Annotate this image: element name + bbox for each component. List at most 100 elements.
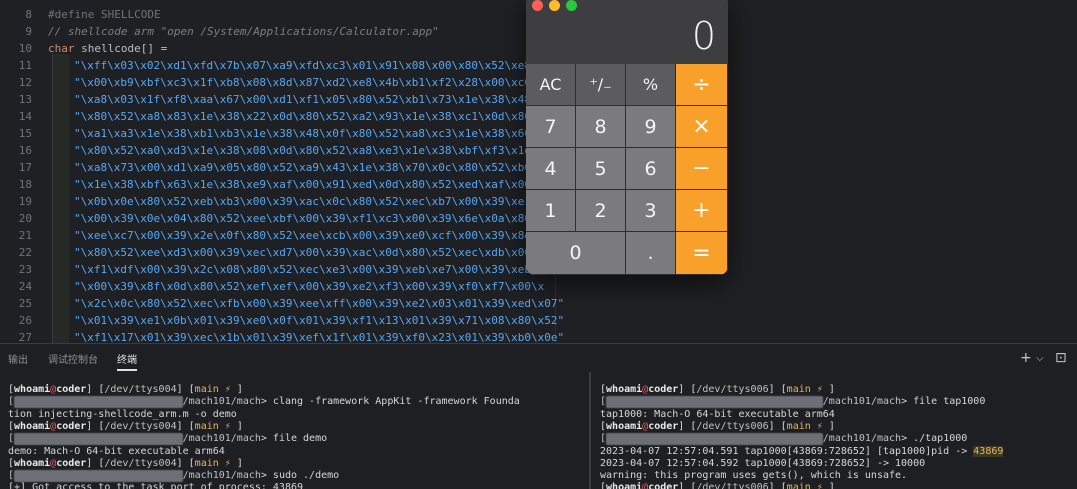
terminal-line: [xxxxxxxxxxxxxxxxxxxxxxxxxxxxxxxxxxxx/ma… bbox=[600, 396, 986, 409]
calc-key-digit-2[interactable]: 2 bbox=[576, 190, 626, 232]
terminal-split-divider[interactable] bbox=[589, 372, 591, 489]
split-terminal-icon[interactable]: ⊡ bbox=[1055, 350, 1067, 366]
terminal-right[interactable]: [whoami@coder] [/dev/ttys006] [main ⚡ ][… bbox=[592, 372, 1077, 489]
git-branch: main ⚡ bbox=[786, 384, 823, 395]
code-comment: // shellcode arm "open /System/Applicati… bbox=[48, 25, 439, 38]
calc-key-digit-3[interactable]: 3 bbox=[626, 190, 676, 232]
code-declaration: char shellcode[] = bbox=[48, 40, 167, 57]
terminal-line: [whoami@coder] [/dev/ttys006] [main ⚡ ] bbox=[600, 384, 835, 396]
bracket: ] bbox=[822, 384, 835, 395]
code-string: "\x80\x52\xa0\xd3\x1e\x38\x08\x0d\x80\x5… bbox=[74, 144, 545, 157]
terminal-left[interactable]: [whoami@coder] [/dev/ttys004] [main ⚡ ][… bbox=[0, 372, 588, 489]
terminal-output: demo: Mach-O 64-bit executable arm64 bbox=[8, 445, 225, 457]
calc-key-clear[interactable]: AC bbox=[526, 64, 576, 106]
redacted-path: xxxxxxxxxxxxxxxxxxxxxxxxxxxx bbox=[14, 433, 183, 446]
terminal-line: 2023-04-07 12:57:04.591 tap1000[43869:72… bbox=[600, 445, 1004, 458]
terminal-line: [whoami@coder] [/dev/ttys004] [main ⚡ ] bbox=[8, 421, 243, 433]
calc-key-plus[interactable]: + bbox=[676, 190, 728, 232]
line-number: 26 bbox=[18, 314, 32, 327]
code-string: "\xa8\x03\x1f\xf8\xaa\x67\x00\xd1\xf1\x0… bbox=[74, 93, 545, 106]
calc-key-equals[interactable]: = bbox=[676, 232, 728, 275]
tab-output[interactable]: 输出 bbox=[8, 351, 28, 366]
chevron-down-icon[interactable]: ⌵ bbox=[1036, 353, 1044, 364]
bracket: ] bbox=[230, 420, 243, 432]
terminal-output: 2023-04-07 12:57:04.592 tap1000[43869:72… bbox=[600, 457, 926, 469]
prompt-host: coder bbox=[648, 384, 679, 395]
line-number: 19 bbox=[18, 195, 32, 208]
prompt-user: whoami bbox=[606, 420, 643, 432]
calc-key-digit-1[interactable]: 1 bbox=[526, 190, 576, 232]
bracket: ] [ bbox=[768, 482, 787, 489]
add-terminal-icon[interactable]: + bbox=[1020, 350, 1032, 366]
line-number: 22 bbox=[18, 246, 32, 259]
git-branch: main ⚡ bbox=[194, 457, 231, 469]
line-number: 14 bbox=[18, 110, 32, 123]
line-number: 9 bbox=[25, 25, 32, 38]
terminal-command: > clang -framework AppKit -framework Fou… bbox=[260, 396, 520, 408]
prompt-host: coder bbox=[648, 420, 679, 432]
prompt-path: /mach101/mach bbox=[182, 470, 261, 482]
prompt-tty: /dev/ttys006 bbox=[696, 384, 769, 395]
terminal-output: 2023-04-07 12:57:04.591 tap1000[43869:72… bbox=[600, 445, 974, 457]
terminal-command: > file demo bbox=[260, 433, 328, 445]
line-number: 16 bbox=[18, 144, 32, 157]
code-line: 25 "\x2c\x0c\x80\x52\xec\xfb\x00\x39\xee\… bbox=[0, 295, 1077, 312]
code-string: "\xee\xc7\x00\x39\x2e\x0f\x80\x52\xee\xc… bbox=[74, 229, 545, 242]
close-window-button[interactable] bbox=[532, 0, 543, 11]
line-number: 25 bbox=[18, 297, 32, 310]
prompt-user: whoami bbox=[606, 482, 643, 489]
code-keyword: char bbox=[48, 42, 75, 55]
code-string: "\xff\x03\x02\xd1\xfd\x7b\x07\xa9\xfd\xc… bbox=[74, 59, 545, 72]
bracket: ] [ bbox=[176, 420, 195, 432]
calc-key-digit-6[interactable]: 6 bbox=[626, 148, 676, 190]
terminal-command: > ./tap1000 bbox=[901, 433, 968, 445]
terminal-line: tion injecting-shellcode_arm.m -o demo bbox=[8, 409, 237, 421]
line-number: 13 bbox=[18, 93, 32, 106]
line-number: 21 bbox=[18, 229, 32, 242]
code-line: 27 "\xf1\x17\x01\x39\xec\x1b\x01\x39\xef\… bbox=[0, 329, 1077, 343]
code-string: "\x80\x52\xa8\x83\x1e\x38\x22\x0d\x80\x5… bbox=[74, 110, 545, 123]
calc-key-percent[interactable]: % bbox=[626, 64, 676, 106]
line-number: 20 bbox=[18, 212, 32, 225]
calc-key-multiply[interactable]: × bbox=[676, 106, 728, 148]
bracket: ] [ bbox=[86, 384, 105, 395]
calc-key-digit-0[interactable]: 0 bbox=[526, 232, 626, 275]
bracket: ] [ bbox=[678, 384, 697, 395]
calc-key-digit-8[interactable]: 8 bbox=[576, 106, 626, 148]
prompt-path: /mach101/mach bbox=[822, 433, 902, 445]
terminal-command: > sudo ./demo bbox=[260, 470, 340, 482]
code-string: "\xf1\xdf\x00\x39\x2c\x08\x80\x52\xec\xe… bbox=[74, 263, 545, 276]
code-line: 26 "\x01\x39\xe1\x0b\x01\x39\xe0\x0f\x01\… bbox=[0, 312, 1077, 329]
redacted-path: xxxxxxxxxxxxxxxxxxxxxxxxxxxx bbox=[14, 470, 183, 483]
terminal-line: tap1000: Mach-O 64-bit executable arm64 bbox=[600, 409, 835, 421]
line-number: 24 bbox=[18, 280, 32, 293]
line-number: 11 bbox=[18, 59, 32, 72]
prompt-path: /mach101/mach bbox=[182, 433, 261, 445]
prompt-host: coder bbox=[56, 420, 87, 432]
calculator-window[interactable]: 0 AC ⁺∕₋% ÷ 7 8 9 × 4 5 6− 1 2 3 +0. = bbox=[526, 0, 728, 275]
terminal-line: [whoami@coder] [/dev/ttys004] [main ⚡ ] bbox=[8, 384, 243, 396]
prompt-tty: /dev/ttys004 bbox=[104, 420, 177, 432]
highlighted-pid: 43869 bbox=[973, 445, 1004, 457]
redacted-path: xxxxxxxxxxxxxxxxxxxxxxxxxxxxxxxxxxxx bbox=[606, 433, 823, 446]
tab-terminal[interactable]: 终端 bbox=[117, 351, 137, 366]
minimize-window-button[interactable] bbox=[549, 0, 560, 11]
redacted-path: xxxxxxxxxxxxxxxxxxxxxxxxxxxx bbox=[14, 396, 183, 409]
zoom-window-button[interactable] bbox=[566, 0, 577, 11]
code-string: "\x1e\x38\xbf\x63\x1e\x38\xe9\xaf\x00\x9… bbox=[74, 178, 545, 191]
calc-key-plus-minus[interactable]: ⁺∕₋ bbox=[576, 64, 626, 106]
calc-key-minus[interactable]: − bbox=[676, 148, 728, 190]
calculator-display: 0 bbox=[526, 0, 728, 64]
line-number: 18 bbox=[18, 178, 32, 191]
calc-key-decimal[interactable]: . bbox=[626, 232, 676, 275]
calc-key-digit-9[interactable]: 9 bbox=[626, 106, 676, 148]
calc-key-digit-4[interactable]: 4 bbox=[526, 148, 576, 190]
calc-key-digit-7[interactable]: 7 bbox=[526, 106, 576, 148]
code-string: "\x00\x39\x0e\x04\x80\x52\xee\xbf\x00\x3… bbox=[74, 212, 545, 225]
calc-key-digit-5[interactable]: 5 bbox=[576, 148, 626, 190]
terminal-command: > file tap1000 bbox=[901, 396, 986, 408]
calc-key-divide[interactable]: ÷ bbox=[676, 64, 728, 106]
code-string: "\x0b\x0e\x80\x52\xeb\xb3\x00\x39\xac\x0… bbox=[74, 195, 545, 208]
bracket: ] bbox=[822, 420, 835, 432]
tab-debug-console[interactable]: 调试控制台 bbox=[48, 351, 98, 366]
